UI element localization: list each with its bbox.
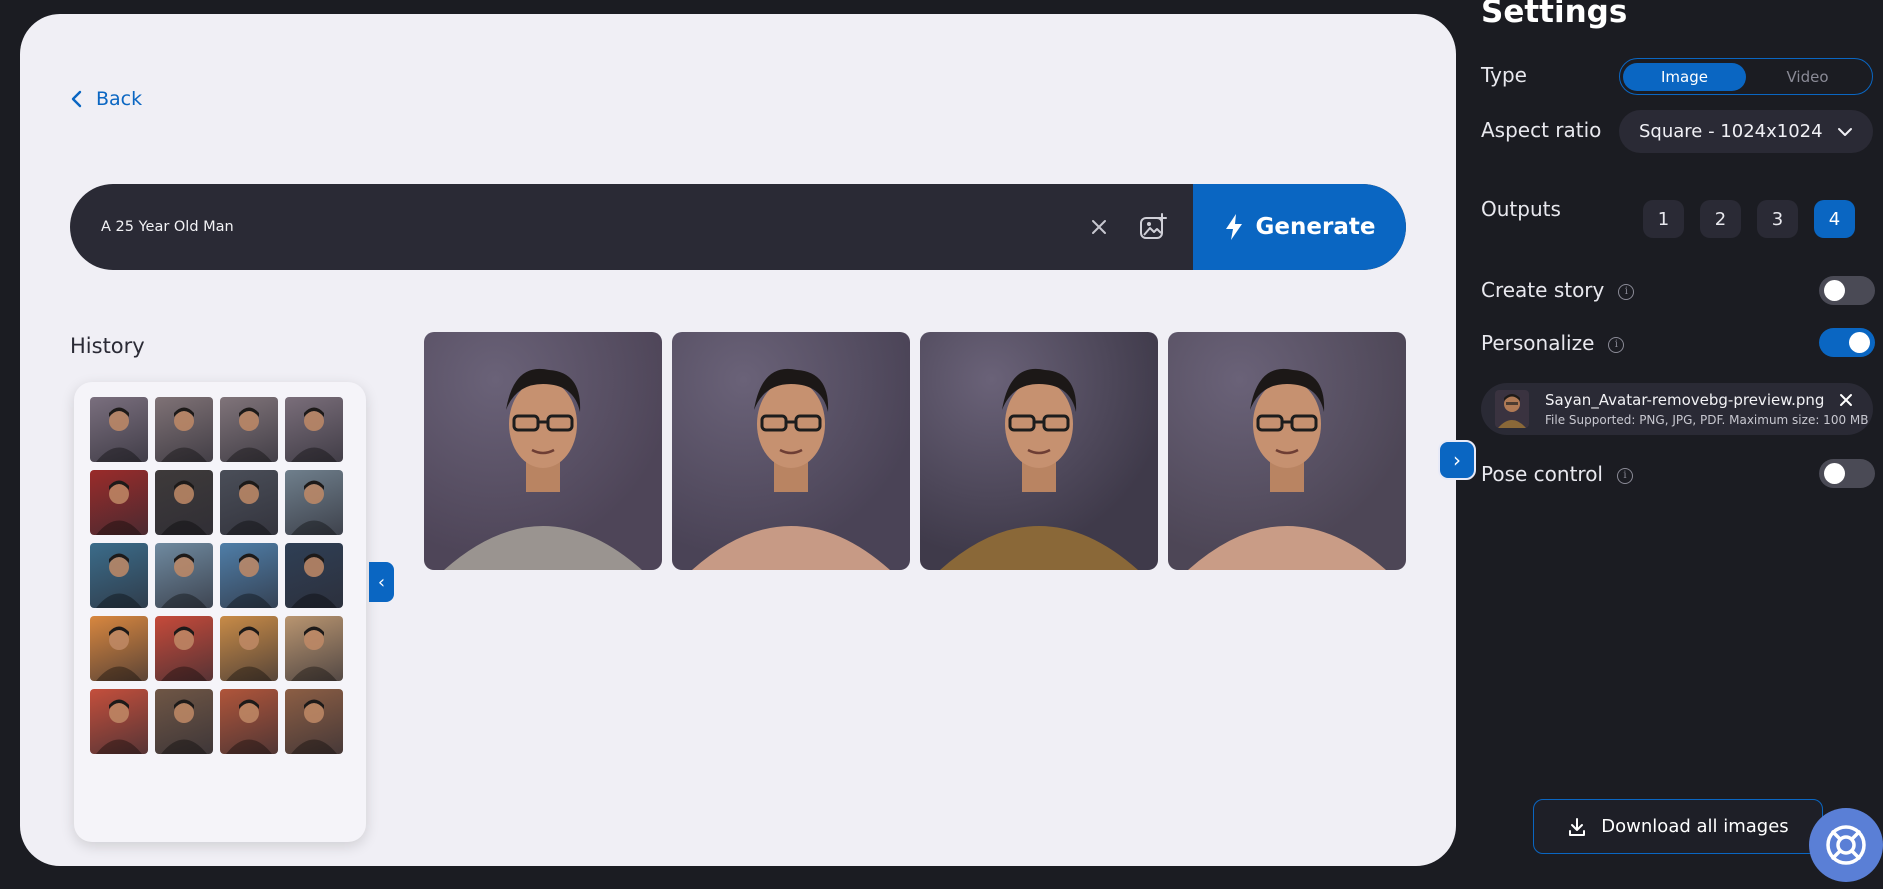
personalize-row: Personalize i — [1481, 331, 1625, 355]
type-label: Type — [1481, 63, 1527, 87]
add-image-button[interactable] — [1133, 207, 1173, 247]
create-story-toggle[interactable] — [1819, 276, 1875, 305]
info-icon[interactable]: i — [1617, 467, 1633, 484]
remove-file-button[interactable] — [1837, 391, 1855, 409]
type-toggle: Image Video — [1619, 58, 1873, 95]
history-thumbnail[interactable] — [285, 543, 343, 608]
history-thumbnail[interactable] — [285, 689, 343, 754]
info-icon[interactable]: i — [1608, 336, 1625, 353]
lifebuoy-icon — [1826, 825, 1866, 865]
history-thumbnail[interactable] — [90, 397, 148, 462]
create-story-row: Create story i — [1481, 278, 1635, 302]
clear-prompt-button[interactable] — [1079, 207, 1119, 247]
history-thumbnail[interactable] — [90, 616, 148, 681]
file-note: File Supported: PNG, JPG, PDF. Maximum s… — [1545, 413, 1869, 427]
chevron-left-icon: ‹ — [377, 571, 386, 593]
settings-panel: Settings Type Image Video Aspect ratio S… — [1481, 0, 1883, 889]
outputs-selector: 1 2 3 4 — [1643, 200, 1855, 238]
back-label: Back — [96, 88, 143, 110]
history-thumbnail[interactable] — [90, 470, 148, 535]
file-thumbnail — [1495, 390, 1529, 428]
file-name: Sayan_Avatar-removebg-preview.png — [1545, 391, 1825, 409]
download-label: Download all images — [1601, 816, 1789, 837]
history-thumbnail[interactable] — [220, 689, 278, 754]
close-icon — [1840, 394, 1852, 406]
pose-control-label: Pose control — [1481, 462, 1603, 486]
uploaded-file-chip: Sayan_Avatar-removebg-preview.png File S… — [1481, 383, 1873, 435]
output-image[interactable] — [424, 332, 662, 570]
close-icon — [1092, 220, 1106, 234]
history-thumbnail[interactable] — [155, 616, 213, 681]
personalize-toggle[interactable] — [1819, 328, 1875, 357]
output-image[interactable] — [672, 332, 910, 570]
help-button[interactable] — [1809, 808, 1883, 882]
history-thumbnail[interactable] — [155, 470, 213, 535]
history-thumbnail[interactable] — [285, 397, 343, 462]
add-image-icon — [1140, 213, 1167, 239]
pose-control-row: Pose control i — [1481, 462, 1633, 486]
history-thumbnail[interactable] — [90, 543, 148, 608]
info-icon[interactable]: i — [1618, 283, 1635, 300]
toggle-knob — [1824, 280, 1845, 301]
history-thumbnail[interactable] — [155, 397, 213, 462]
aspect-ratio-value: Square - 1024x1024 — [1639, 121, 1823, 142]
toggle-settings-button[interactable]: › — [1438, 440, 1476, 480]
toggle-knob — [1849, 332, 1870, 353]
main-workspace: Back A 25 Year Old Man Generate History … — [20, 14, 1456, 866]
history-thumbnail[interactable] — [90, 689, 148, 754]
prompt-input[interactable]: A 25 Year Old Man — [101, 219, 1079, 235]
create-story-label: Create story — [1481, 278, 1605, 302]
back-link[interactable]: Back — [70, 88, 142, 110]
lightning-icon — [1225, 214, 1242, 240]
outputs-option-4[interactable]: 4 — [1814, 200, 1855, 238]
history-thumbnail[interactable] — [155, 689, 213, 754]
pose-control-toggle[interactable] — [1819, 459, 1875, 488]
outputs-option-3[interactable]: 3 — [1757, 200, 1798, 238]
type-option-video[interactable]: Video — [1746, 63, 1869, 91]
history-thumbnail[interactable] — [220, 616, 278, 681]
chevron-left-icon — [71, 90, 82, 108]
personalize-label: Personalize — [1481, 331, 1595, 355]
aspect-ratio-label: Aspect ratio — [1481, 118, 1602, 142]
outputs-option-2[interactable]: 2 — [1700, 200, 1741, 238]
history-title: History — [70, 334, 145, 358]
output-image[interactable] — [920, 332, 1158, 570]
history-thumbnail[interactable] — [220, 397, 278, 462]
history-grid — [90, 397, 343, 754]
chevron-right-icon: › — [1453, 448, 1461, 472]
history-thumbnail[interactable] — [285, 616, 343, 681]
aspect-ratio-select[interactable]: Square - 1024x1024 — [1619, 110, 1873, 153]
outputs-label: Outputs — [1481, 197, 1561, 221]
history-thumbnail[interactable] — [285, 470, 343, 535]
download-all-button[interactable]: Download all images — [1533, 799, 1823, 854]
output-image[interactable] — [1168, 332, 1406, 570]
history-panel — [74, 382, 366, 842]
history-thumbnail[interactable] — [155, 543, 213, 608]
chevron-down-icon — [1838, 127, 1852, 136]
output-gallery — [424, 332, 1406, 570]
outputs-option-1[interactable]: 1 — [1643, 200, 1684, 238]
collapse-history-button[interactable]: ‹ — [369, 562, 394, 602]
toggle-knob — [1824, 463, 1845, 484]
file-info: Sayan_Avatar-removebg-preview.png File S… — [1545, 391, 1868, 427]
type-option-image[interactable]: Image — [1623, 62, 1746, 91]
history-thumbnail[interactable] — [220, 543, 278, 608]
history-thumbnail[interactable] — [220, 470, 278, 535]
generate-label: Generate — [1255, 214, 1376, 240]
generate-button[interactable]: Generate — [1193, 184, 1406, 270]
prompt-bar: A 25 Year Old Man Generate — [70, 184, 1406, 270]
settings-title: Settings — [1481, 0, 1628, 30]
download-icon — [1569, 817, 1586, 836]
